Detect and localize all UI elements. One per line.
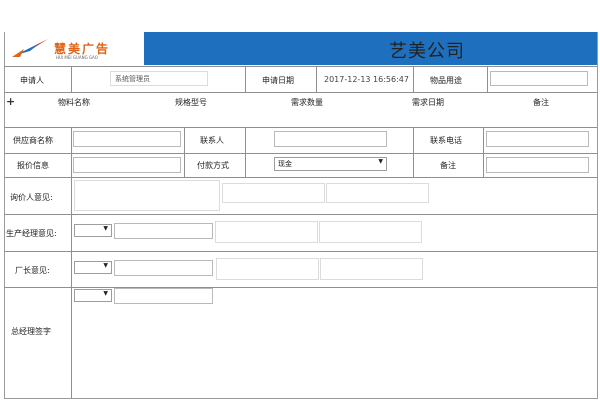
production-manager-extra-field-2[interactable] — [319, 221, 422, 243]
divider — [71, 127, 72, 177]
column-header: 需求日期 — [412, 98, 444, 107]
inquirer-opinion-label: 询价人意见: — [10, 193, 53, 202]
divider — [483, 127, 484, 177]
request-date-label: 申请日期 — [262, 76, 294, 85]
production-manager-extra-field[interactable] — [215, 221, 318, 243]
divider — [4, 127, 597, 128]
divider — [4, 177, 597, 178]
divider — [4, 92, 597, 93]
column-header: 物料名称 — [58, 98, 90, 107]
chevron-down-icon: ▼ — [103, 225, 108, 232]
payment-method-label: 付款方式 — [197, 161, 229, 170]
chevron-down-icon: ▼ — [378, 158, 383, 165]
production-manager-field[interactable] — [114, 223, 213, 239]
applicant-field[interactable]: 系统管理员 — [110, 71, 208, 86]
phone-field[interactable] — [486, 131, 589, 147]
divider — [487, 66, 488, 92]
divider — [4, 153, 597, 154]
quote-info-field[interactable] — [73, 157, 181, 173]
contact-label: 联系人 — [200, 136, 224, 145]
divider — [71, 177, 72, 398]
inquirer-price-field[interactable] — [222, 183, 325, 203]
applicant-label: 申请人 — [20, 76, 44, 85]
divider — [184, 127, 185, 177]
divider — [71, 66, 72, 92]
request-date-value: 2017-12-13 16:56:47 — [324, 75, 409, 84]
column-header: 规格型号 — [175, 98, 207, 107]
general-manager-label: 总经理签字 — [11, 327, 51, 336]
plus-icon[interactable]: + — [6, 95, 15, 108]
supplier-name-label: 供应商名称 — [13, 136, 53, 145]
factory-director-field[interactable] — [114, 260, 213, 276]
divider — [4, 66, 597, 67]
quote-info-label: 报价信息 — [17, 161, 49, 170]
payment-method-select[interactable]: 现金 ▼ — [274, 157, 387, 171]
production-manager-label: 生产经理意见: — [6, 229, 57, 238]
general-manager-field[interactable] — [114, 288, 213, 304]
factory-director-label: 厂长意见: — [15, 266, 50, 275]
production-manager-select[interactable]: ▼ — [74, 224, 112, 237]
factory-director-extra-field[interactable] — [216, 258, 319, 280]
payment-method-value: 现金 — [278, 160, 292, 168]
divider — [245, 127, 246, 177]
column-header: 需求数量 — [291, 98, 323, 107]
inquirer-opinion-field[interactable] — [74, 180, 220, 211]
form-frame — [4, 32, 598, 399]
divider — [413, 127, 414, 177]
divider — [4, 251, 597, 252]
purpose-field[interactable] — [490, 71, 588, 86]
divider — [245, 66, 246, 92]
divider — [316, 66, 317, 92]
supplier-name-field[interactable] — [73, 131, 181, 147]
inquirer-extra-field[interactable] — [326, 183, 429, 203]
divider — [413, 66, 414, 92]
general-manager-select[interactable]: ▼ — [74, 289, 112, 302]
remark-field[interactable] — [486, 157, 589, 173]
divider — [4, 214, 597, 215]
factory-director-extra-field-2[interactable] — [320, 258, 423, 280]
purpose-label: 物品用途 — [430, 76, 462, 85]
contact-field[interactable] — [274, 131, 387, 147]
column-header: 备注 — [533, 98, 549, 107]
remark-label: 备注 — [440, 161, 456, 170]
chevron-down-icon: ▼ — [103, 262, 108, 269]
factory-director-select[interactable]: ▼ — [74, 261, 112, 274]
divider — [4, 287, 597, 288]
chevron-down-icon: ▼ — [103, 290, 108, 297]
phone-label: 联系电话 — [430, 136, 462, 145]
